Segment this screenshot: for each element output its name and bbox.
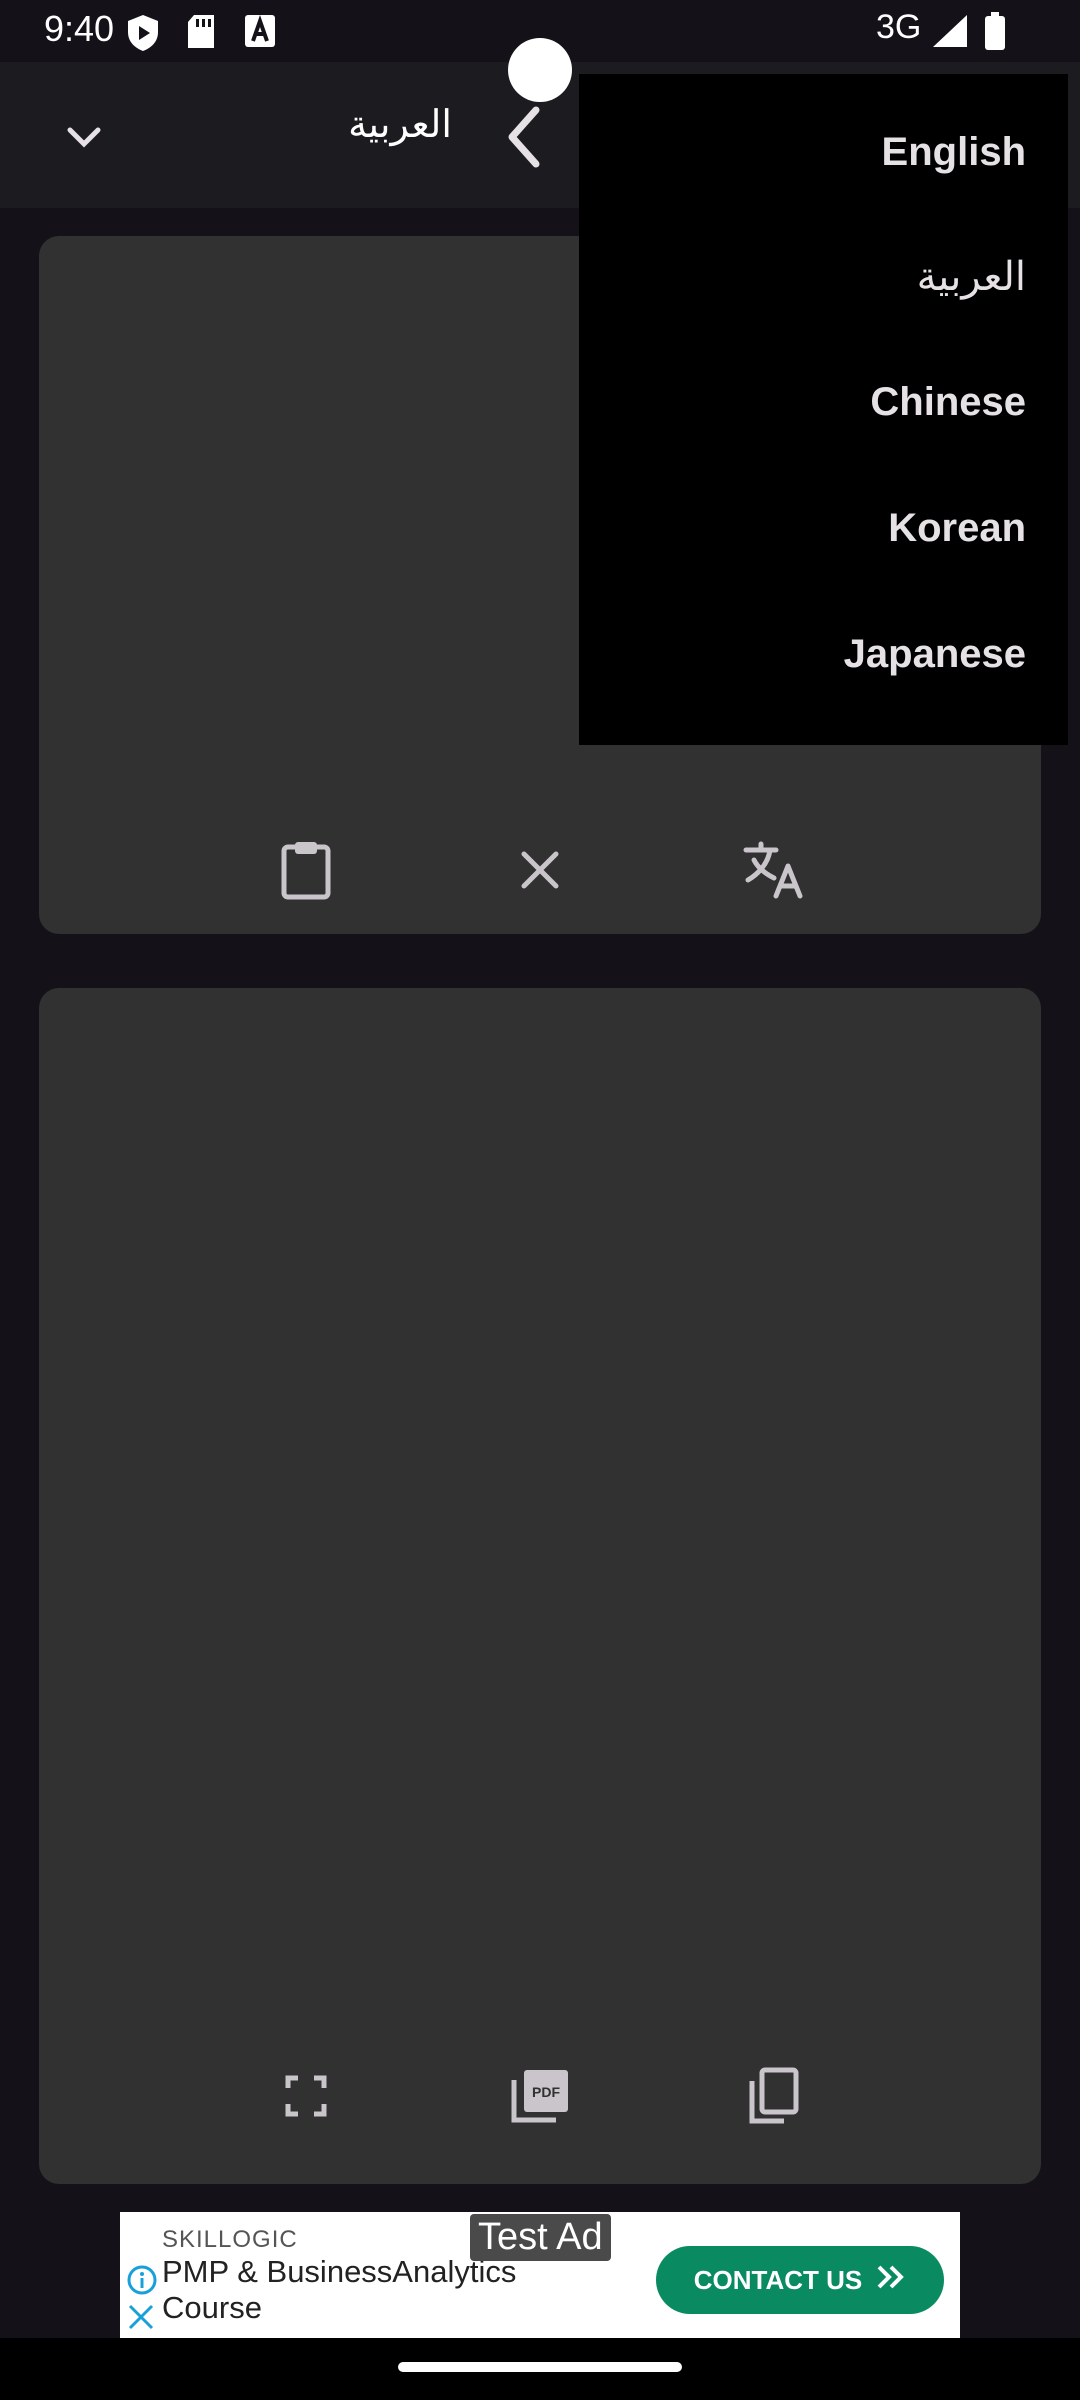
svg-text:PDF: PDF <box>532 2084 560 2100</box>
pdf-icon[interactable]: PDF <box>500 2056 580 2136</box>
ad-banner[interactable]: SKILLOGIC PMP & BusinessAnalytics Course… <box>120 2212 960 2338</box>
network-type: 3G <box>876 8 922 46</box>
signal-icon <box>932 14 968 53</box>
menu-item-arabic[interactable]: العربية <box>917 254 1026 300</box>
language-menu: English العربية Chinese Korean Japanese <box>579 74 1068 745</box>
camera-cutout <box>508 38 572 102</box>
contact-us-button[interactable]: CONTACT US <box>656 2246 944 2314</box>
chevron-down-icon[interactable] <box>62 114 106 163</box>
source-language-label[interactable]: العربية <box>300 102 500 147</box>
ad-brand: SKILLOGIC <box>162 2226 298 2253</box>
fullscreen-icon[interactable] <box>266 2056 346 2136</box>
double-chevron-icon <box>876 2264 906 2297</box>
menu-item-japanese[interactable]: Japanese <box>844 632 1026 677</box>
translate-icon[interactable] <box>734 830 814 910</box>
navigation-bar <box>0 2338 1080 2400</box>
back-chevron-icon[interactable] <box>500 102 550 177</box>
info-icon[interactable] <box>126 2264 158 2301</box>
test-ad-badge: Test Ad <box>470 2214 611 2261</box>
close-icon[interactable] <box>126 2302 156 2337</box>
output-card: PDF <box>39 988 1041 2184</box>
menu-item-english[interactable]: English <box>882 130 1026 175</box>
font-a-icon <box>244 14 276 53</box>
battery-icon <box>984 12 1006 55</box>
sd-card-icon <box>186 14 216 55</box>
status-time: 9:40 <box>44 8 115 49</box>
cta-label: CONTACT US <box>693 2264 863 2295</box>
gesture-handle[interactable] <box>398 2362 682 2372</box>
copy-icon[interactable] <box>734 2056 814 2136</box>
clear-icon[interactable] <box>500 830 580 910</box>
ad-title[interactable]: PMP & BusinessAnalytics Course <box>162 2254 542 2326</box>
paste-icon[interactable] <box>266 830 346 910</box>
shield-play-icon <box>126 14 160 57</box>
menu-item-chinese[interactable]: Chinese <box>870 380 1026 425</box>
menu-item-korean[interactable]: Korean <box>888 506 1026 551</box>
